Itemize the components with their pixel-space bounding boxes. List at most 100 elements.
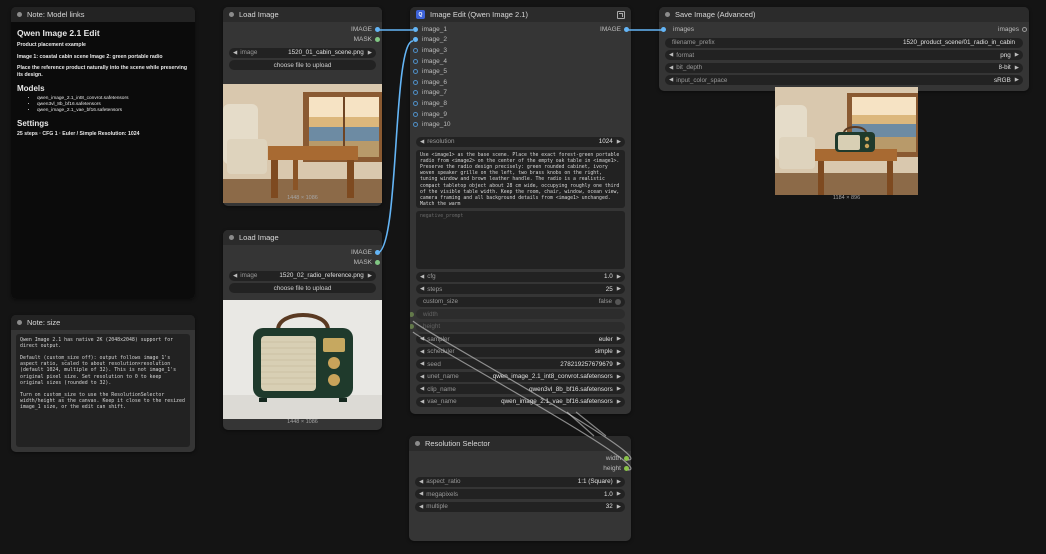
slot-dot[interactable] (413, 111, 418, 117)
slot-dot[interactable] (413, 69, 418, 75)
arrow-right-icon[interactable]: ▶ (617, 286, 621, 292)
input-slot-image-5[interactable]: image_5 (413, 66, 625, 77)
output-slot-height[interactable]: height (415, 464, 629, 475)
image-select[interactable]: ◀ image 1520_02_radio_reference.png ▶ (229, 270, 376, 281)
slot-dot[interactable] (375, 249, 380, 255)
collapse-icon[interactable] (229, 235, 234, 240)
slot-dot[interactable] (413, 58, 418, 64)
slot-dot[interactable] (661, 26, 666, 32)
arrow-left-icon[interactable]: ◀ (420, 361, 424, 367)
slot-dot[interactable] (375, 26, 380, 32)
slot-dot[interactable] (624, 466, 629, 472)
arrow-right-icon[interactable]: ▶ (1015, 77, 1019, 83)
arrow-left-icon[interactable]: ◀ (420, 139, 424, 145)
arrow-right-icon[interactable]: ▶ (617, 139, 621, 145)
collapse-icon[interactable] (17, 320, 22, 325)
arrow-left-icon[interactable]: ◀ (669, 77, 673, 83)
scheduler-widget[interactable]: ◀ scheduler simple ▶ (416, 346, 625, 357)
arrow-right-icon[interactable]: ▶ (368, 50, 372, 56)
slot-dot[interactable] (1022, 26, 1027, 32)
note-size-node[interactable]: Note: size Qwen Image 2.1 has native 2K … (11, 315, 195, 452)
arrow-right-icon[interactable]: ▶ (368, 273, 372, 279)
arrow-left-icon[interactable]: ◀ (419, 504, 423, 510)
input-slot-image-6[interactable]: image_6 (413, 77, 625, 88)
node-title-bar[interactable]: Q Image Edit (Qwen Image 2.1) (410, 7, 631, 22)
save-image-node[interactable]: Save Image (Advanced) images images file… (659, 7, 1029, 91)
collapse-icon[interactable] (665, 12, 670, 17)
arrow-right-icon[interactable]: ▶ (617, 386, 621, 392)
arrow-left-icon[interactable]: ◀ (419, 491, 423, 497)
node-title-bar[interactable]: Save Image (Advanced) (659, 7, 1029, 22)
arrow-left-icon[interactable]: ◀ (419, 479, 423, 485)
arrow-left-icon[interactable]: ◀ (233, 50, 237, 56)
resolution-selector-node[interactable]: Resolution Selector width height ◀ aspec… (409, 436, 631, 541)
arrow-right-icon[interactable]: ▶ (617, 491, 621, 497)
steps-widget[interactable]: ◀ steps 25 ▶ (416, 284, 625, 294)
output-slot-images[interactable]: images (963, 24, 1027, 35)
image-select[interactable]: ◀ image 1520_01_cabin_scene.png ▶ (229, 47, 376, 58)
arrow-left-icon[interactable]: ◀ (669, 52, 673, 58)
slot-dot[interactable] (413, 47, 418, 53)
arrow-left-icon[interactable]: ◀ (420, 274, 424, 280)
load-image-node-1[interactable]: Load Image IMAGE MASK ◀ image 1520_01_ca… (223, 7, 382, 206)
arrow-left-icon[interactable]: ◀ (420, 336, 424, 342)
arrow-right-icon[interactable]: ▶ (617, 479, 621, 485)
output-slot-width[interactable]: width (415, 453, 629, 464)
collapse-icon[interactable] (17, 12, 22, 17)
load-image-node-2[interactable]: Load Image IMAGE MASK ◀ image 1520_02_ra… (223, 230, 382, 430)
arrow-left-icon[interactable]: ◀ (420, 399, 424, 405)
prompt-textarea[interactable]: Use <image1> as the base scene. Place th… (416, 149, 625, 208)
input-slot-image-2[interactable]: image_2 (413, 35, 625, 46)
arrow-right-icon[interactable]: ▶ (617, 274, 621, 280)
arrow-right-icon[interactable]: ▶ (617, 504, 621, 510)
output-slot-mask[interactable]: MASK (229, 258, 380, 269)
output-slot-mask[interactable]: MASK (229, 35, 380, 46)
input-color-space-widget[interactable]: ◀ input_color_space sRGB ▶ (665, 75, 1023, 85)
slot-dot[interactable] (624, 455, 629, 461)
arrow-right-icon[interactable]: ▶ (617, 361, 621, 367)
slot-dot[interactable] (413, 100, 418, 106)
input-slot-image-4[interactable]: image_4 (413, 56, 625, 67)
arrow-right-icon[interactable]: ▶ (1015, 65, 1019, 71)
output-slot-image[interactable]: IMAGE (229, 247, 380, 258)
multiple-widget[interactable]: ◀ multiple 32 ▶ (415, 501, 625, 512)
node-title-bar[interactable]: Resolution Selector (409, 436, 631, 451)
arrow-left-icon[interactable]: ◀ (420, 386, 424, 392)
collapse-icon[interactable] (415, 441, 420, 446)
slot-dot[interactable] (413, 26, 418, 32)
input-slot-image-10[interactable]: image_10 (413, 119, 625, 130)
clip-name-widget[interactable]: ◀ clip_name qwen3vl_8b_bf16.safetensors … (416, 384, 625, 394)
arrow-right-icon[interactable]: ▶ (617, 399, 621, 405)
arrow-right-icon[interactable]: ▶ (1015, 52, 1019, 58)
slot-dot[interactable] (413, 79, 418, 85)
arrow-right-icon[interactable]: ▶ (617, 374, 621, 380)
arrow-left-icon[interactable]: ◀ (233, 273, 237, 279)
input-slot-image-7[interactable]: image_7 (413, 88, 625, 99)
expand-icon[interactable] (617, 11, 625, 19)
arrow-left-icon[interactable]: ◀ (669, 65, 673, 71)
input-socket[interactable] (410, 324, 414, 329)
note-text[interactable]: Qwen Image 2.1 has native 2K (2048x2048)… (16, 334, 190, 447)
slot-dot[interactable] (413, 90, 418, 96)
note-model-links-node[interactable]: Note: Model links Qwen Image 2.1 Edit Pr… (11, 7, 195, 299)
image-edit-node[interactable]: Q Image Edit (Qwen Image 2.1) IMAGE imag… (410, 7, 631, 414)
node-title-bar[interactable]: Load Image (223, 7, 382, 22)
arrow-left-icon[interactable]: ◀ (420, 286, 424, 292)
input-slot-image-8[interactable]: image_8 (413, 98, 625, 109)
filename-prefix-widget[interactable]: filename_prefix 1520_product_scene/01_ra… (665, 37, 1023, 48)
collapse-icon[interactable] (229, 12, 234, 17)
bit-depth-widget[interactable]: ◀ bit_depth 8-bit ▶ (665, 62, 1023, 73)
input-socket[interactable] (410, 311, 414, 317)
slot-dot[interactable] (375, 260, 380, 266)
slot-dot[interactable] (375, 37, 380, 43)
arrow-right-icon[interactable]: ▶ (617, 336, 621, 342)
workflow-canvas[interactable]: Note: Model links Qwen Image 2.1 Edit Pr… (0, 0, 1046, 554)
input-slot-image-1[interactable]: image_1 (413, 24, 625, 35)
input-slot-image-9[interactable]: image_9 (413, 109, 625, 120)
vae-name-widget[interactable]: ◀ vae_name qwen_image_2.1_vae_bf16.safet… (416, 396, 625, 407)
node-title-bar[interactable]: Load Image (223, 230, 382, 245)
toggle-icon[interactable] (615, 298, 621, 305)
output-slot-image[interactable]: IMAGE (229, 24, 380, 35)
negative-prompt-textarea[interactable]: negative_prompt (416, 210, 625, 269)
unet-name-widget[interactable]: ◀ unet_name qwen_image_2.1_int8_convrot.… (416, 371, 625, 382)
